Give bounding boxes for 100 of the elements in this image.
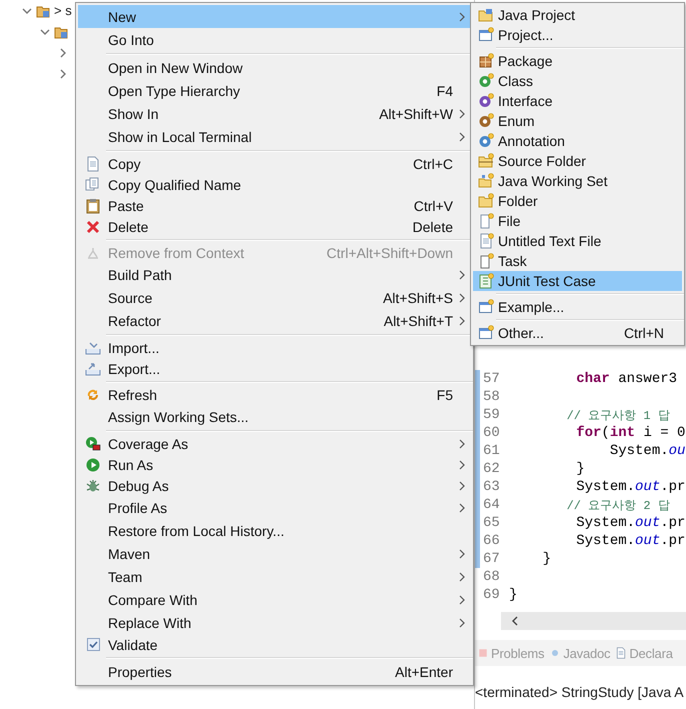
menu-item[interactable]: Delete Delete <box>78 216 471 237</box>
menu-item[interactable]: Restore from Local History... <box>78 519 471 542</box>
shortcut-label: Ctrl+V <box>414 198 453 214</box>
circle-icon <box>478 73 494 89</box>
folders-icon <box>478 173 494 189</box>
shortcut-label: Ctrl+N <box>624 325 664 341</box>
code-line: // 요구사항 2 답 <box>566 498 670 514</box>
line-number: 66 <box>482 533 501 549</box>
menu-item[interactable]: Source Alt+Shift+S <box>78 286 471 309</box>
menu-item[interactable]: Example... <box>473 297 682 317</box>
text-file-icon <box>478 273 494 289</box>
window-icon <box>478 325 494 341</box>
warning-list-icon <box>477 647 489 659</box>
line-number: 57 <box>482 371 501 387</box>
menu-item[interactable]: Refresh F5 <box>78 384 471 405</box>
shortcut-label: Ctrl+Alt+Shift+Down <box>326 244 453 260</box>
code-line: } <box>542 551 552 567</box>
circle-icon <box>478 133 494 149</box>
menu-item[interactable]: Run As <box>78 454 471 475</box>
menu-item[interactable]: Replace With <box>78 611 471 634</box>
tray-icon <box>85 360 101 376</box>
folder-icon <box>478 193 494 209</box>
menu-item[interactable]: Interface <box>473 91 682 111</box>
document-icon <box>85 156 101 172</box>
menu-item[interactable]: Task <box>473 251 682 271</box>
line-number: 69 <box>482 587 501 603</box>
collapse-chevron-icon[interactable] <box>40 26 50 36</box>
menu-item[interactable]: Debug As <box>78 475 471 496</box>
folder-icon <box>478 153 494 169</box>
menu-item[interactable]: Enum <box>473 111 682 131</box>
menu-item[interactable]: Other... Ctrl+N <box>473 323 682 343</box>
menu-item[interactable]: Java Project <box>473 5 682 25</box>
play-icon <box>85 456 101 472</box>
menu-item[interactable]: Java Working Set <box>473 171 682 191</box>
window-icon <box>478 299 494 315</box>
menu-item[interactable]: Copy Ctrl+C <box>78 153 471 174</box>
menu-item[interactable]: Annotation <box>473 131 682 151</box>
menu-item[interactable]: Export... <box>78 358 471 379</box>
menu-item[interactable]: Class <box>473 71 682 91</box>
code-line: System.out.pr <box>575 533 686 549</box>
menu-item[interactable]: Paste Ctrl+V <box>78 195 471 216</box>
menu-item[interactable]: Compare With <box>78 588 471 611</box>
file-icon <box>478 213 494 229</box>
shortcut-label: F5 <box>436 386 453 402</box>
collapse-chevron-icon[interactable] <box>22 6 32 16</box>
menu-item[interactable]: New <box>78 5 471 28</box>
play-square-icon <box>85 436 101 452</box>
menu-item[interactable]: Show in Local Terminal <box>78 125 471 148</box>
line-number: 60 <box>482 425 501 441</box>
delete-icon <box>85 218 101 234</box>
menu-item[interactable]: Team <box>78 565 471 588</box>
scroll-left-icon[interactable] <box>511 616 519 626</box>
shortcut-label: Alt+Enter <box>395 664 453 680</box>
menu-item[interactable]: File <box>473 211 682 231</box>
menu-item[interactable]: Import... <box>78 337 471 358</box>
window-icon <box>478 27 494 43</box>
menu-item[interactable]: Folder <box>473 191 682 211</box>
menu-item[interactable]: Copy Qualified Name <box>78 174 471 195</box>
shortcut-label: Alt+Shift+W <box>379 106 453 122</box>
menu-item[interactable]: Build Path <box>78 263 471 286</box>
menu-item[interactable]: JUnit Test Case <box>473 271 682 291</box>
tree-item-label[interactable]: > s <box>54 3 72 18</box>
line-number: 68 <box>482 569 501 585</box>
menu-item[interactable]: Validate <box>78 634 471 655</box>
menu-item[interactable]: Go Into <box>78 28 471 51</box>
text-file-icon <box>478 233 494 249</box>
clipboard-icon <box>85 198 101 214</box>
shortcut-label: Ctrl+C <box>412 156 453 172</box>
shortcut-label: Alt+Shift+T <box>384 312 453 328</box>
menu-item[interactable]: Show In Alt+Shift+W <box>78 102 471 125</box>
menu-item[interactable]: Maven <box>78 542 471 565</box>
shortcut-label: Alt+Shift+S <box>382 290 453 306</box>
menu-item[interactable]: Package <box>473 51 682 71</box>
code-line: System.out.pr <box>575 479 686 495</box>
line-number: 67 <box>482 551 501 567</box>
line-number: 62 <box>482 461 501 477</box>
menu-item[interactable]: Assign Working Sets... <box>78 405 471 428</box>
bug-icon <box>85 478 101 494</box>
expand-chevron-icon[interactable] <box>58 68 68 78</box>
code-line: } <box>575 461 585 477</box>
menu-item[interactable]: Project... <box>473 25 682 45</box>
menu-item[interactable]: Properties Alt+Enter <box>78 660 471 683</box>
document-icon <box>615 647 628 659</box>
menu-item[interactable]: Open in New Window <box>78 56 471 79</box>
horizontal-scrollbar[interactable] <box>501 612 686 630</box>
menu-item[interactable]: Refactor Alt+Shift+T <box>78 309 471 332</box>
menu-item[interactable]: Source Folder <box>473 151 682 171</box>
line-number: 58 <box>482 389 501 405</box>
circle-icon <box>478 113 494 129</box>
checkbox[interactable] <box>86 638 100 651</box>
console-text: <terminated> StringStudy [Java A <box>475 684 685 700</box>
line-number: 61 <box>482 443 501 459</box>
expand-chevron-icon[interactable] <box>58 48 68 58</box>
menu-item[interactable]: Untitled Text File <box>473 231 682 251</box>
menu-item[interactable]: Profile As <box>78 496 471 519</box>
line-number: 63 <box>482 479 501 495</box>
tray-icon <box>85 340 101 356</box>
menu-item[interactable]: Coverage As <box>78 433 471 454</box>
menu-item[interactable]: Open Type Hierarchy F4 <box>78 79 471 102</box>
page-icon <box>478 253 494 269</box>
